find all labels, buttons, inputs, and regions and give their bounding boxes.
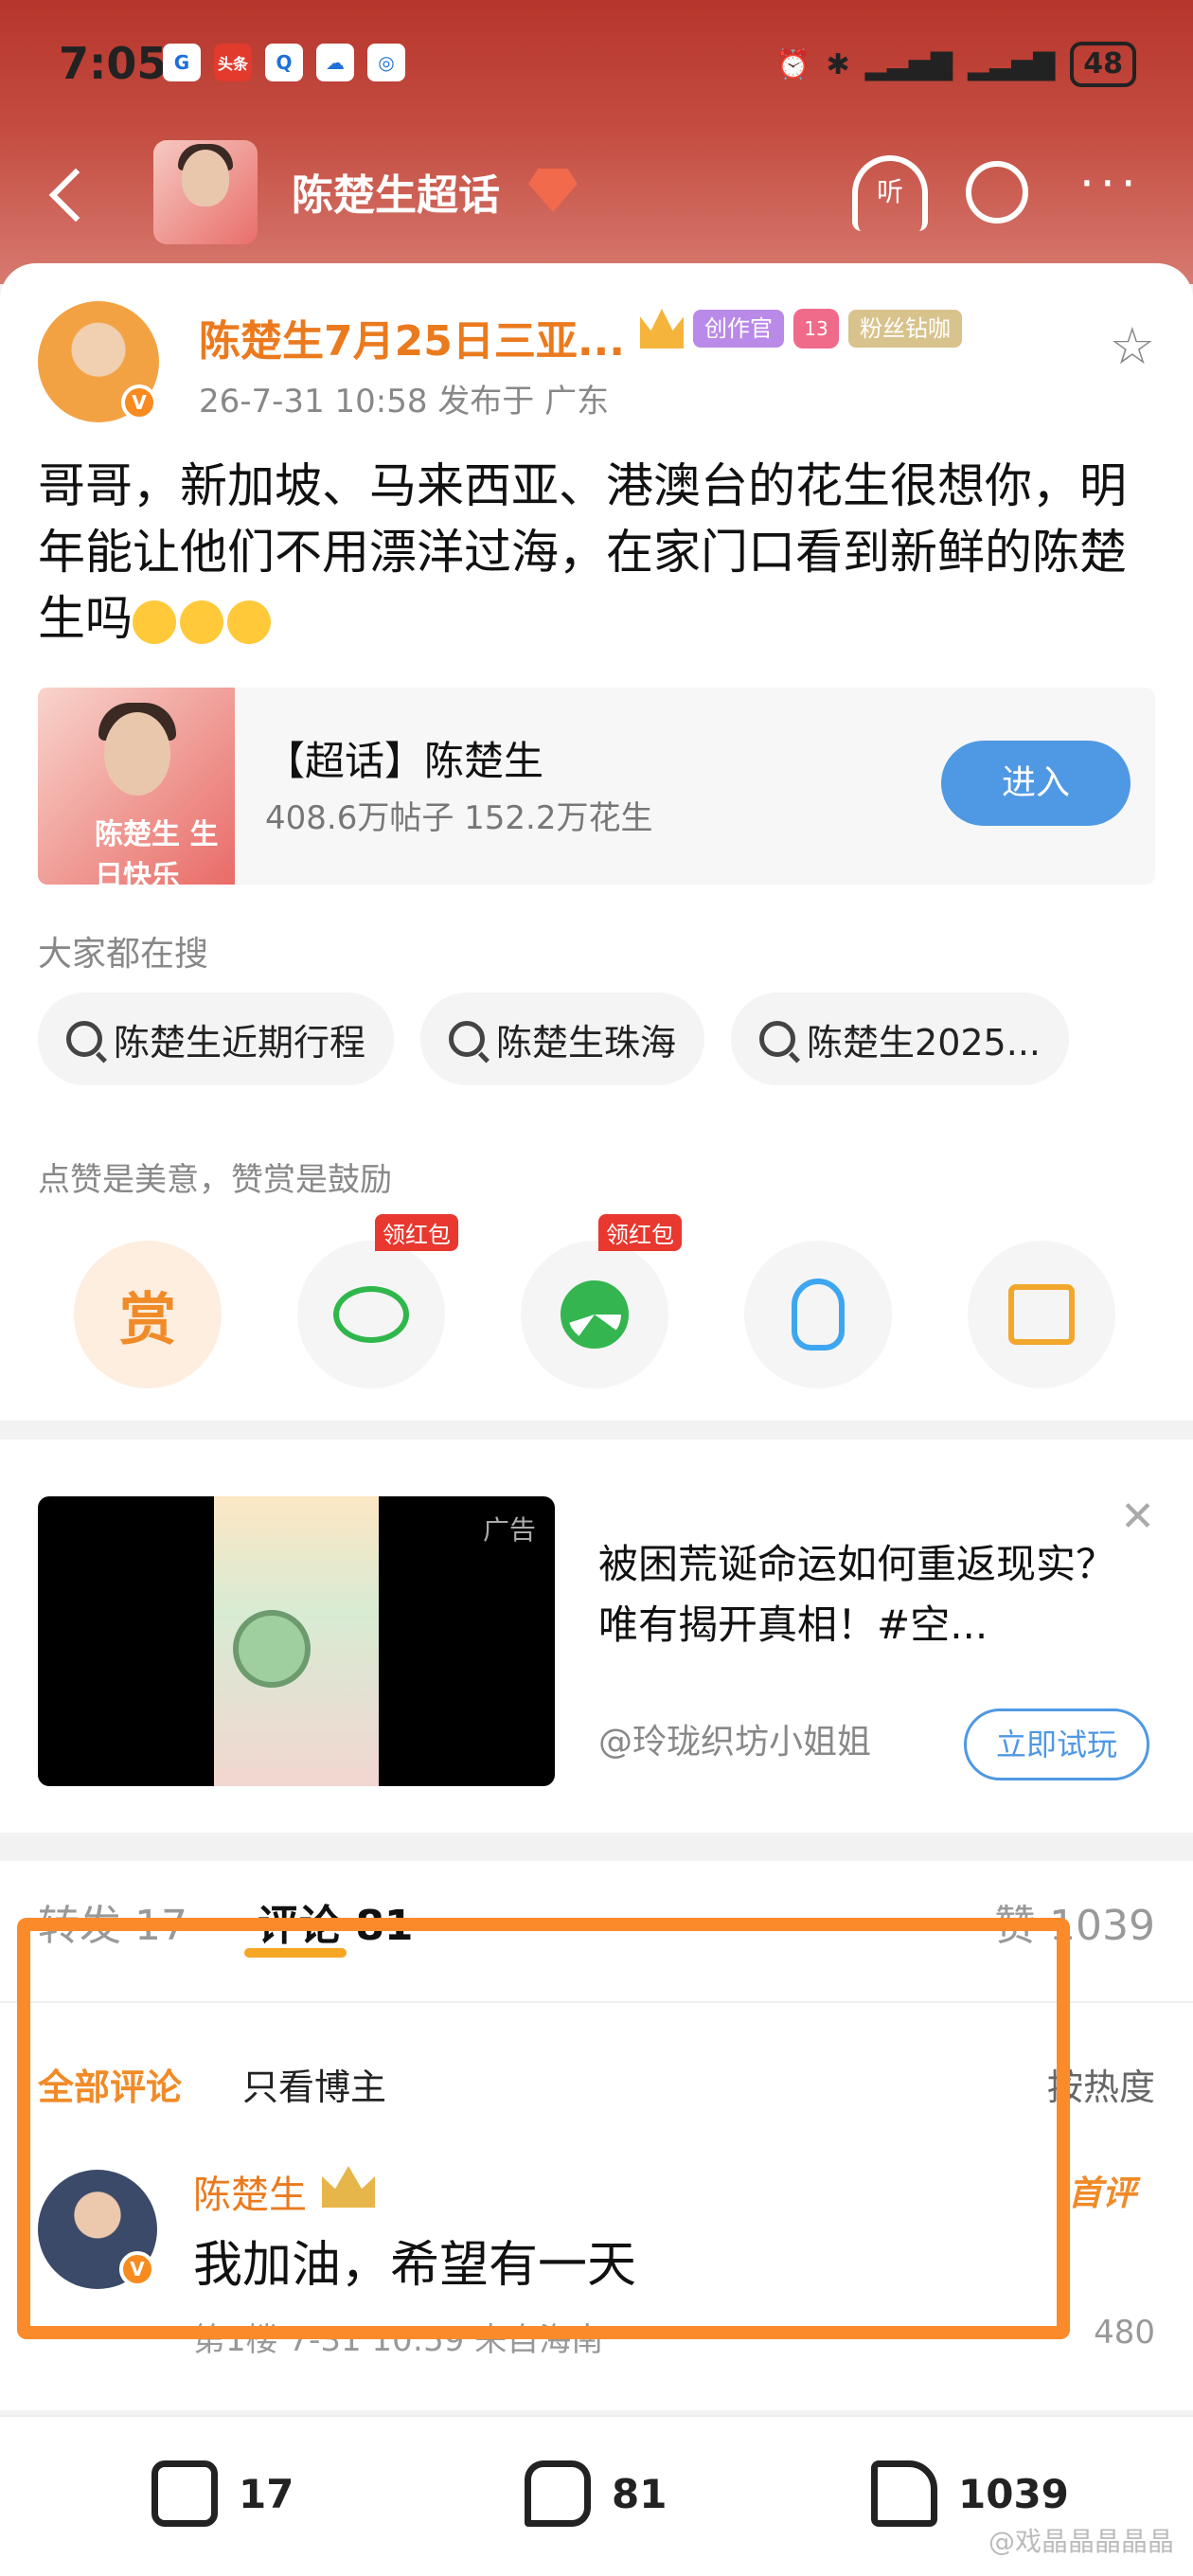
ad-title: 被困荒诞命运如何重返现实？唯有揭开真相！#空... — [598, 1541, 1116, 1648]
favorite-star-icon[interactable]: ☆ — [1110, 316, 1155, 376]
search-icon — [966, 161, 1028, 224]
search-app-notification-icon: Q — [265, 44, 303, 81]
author-avatar[interactable]: V — [38, 301, 159, 422]
wechat-share-button[interactable]: 领红包 — [297, 1214, 458, 1388]
verified-icon: V — [121, 385, 157, 420]
super-topic-image: 陈楚生 生日快乐 — [38, 688, 235, 893]
ad-source: @玲珑织坊小姐姐 — [598, 1723, 872, 1762]
search-chips: 陈楚生近期行程 陈楚生珠海 陈楚生2025... — [38, 993, 1069, 1085]
try-now-button[interactable]: 立即试玩 — [964, 1708, 1149, 1780]
weather-notification-icon: ☁ — [316, 44, 354, 81]
bluetooth-icon: ✱ — [826, 47, 850, 81]
search-chip[interactable]: 陈楚生珠海 — [420, 993, 705, 1085]
search-chip[interactable]: 陈楚生2025... — [731, 993, 1069, 1085]
thumbs-up-icon — [871, 2460, 937, 2527]
wechat-icon — [333, 1286, 409, 1343]
search-chip[interactable]: 陈楚生近期行程 — [38, 993, 395, 1085]
notification-icons: G 头条 Q ☁ ◎ — [163, 44, 405, 81]
signal-icon: ▂▃▅▇ — [864, 47, 953, 81]
ad-image: 广告 — [38, 1496, 555, 1786]
toutiao-notification-icon: 头条 — [214, 44, 252, 81]
search-icon — [449, 1021, 486, 1057]
search-icon — [66, 1021, 102, 1057]
watermark: @戏晶晶晶晶晶 — [988, 2526, 1174, 2557]
status-bar: 7:05 G 头条 Q ☁ ◎ ⏰ ✱ ▂▃▅▇ ▂▃▅▇ 48 — [0, 0, 1193, 133]
post-meta: 26-7-31 10:58 发布于 广东 — [199, 383, 610, 420]
super-topic-stats: 408.6万帖子 152.2万花生 — [265, 799, 653, 837]
signal-icon-2: ▂▃▅▇ — [967, 47, 1056, 81]
enter-button[interactable]: 进入 — [941, 741, 1131, 826]
blush-emoji-icon — [180, 599, 223, 644]
reward-button[interactable]: 赏 — [74, 1241, 222, 1388]
super-topic-title: 【超话】陈楚生 — [265, 738, 544, 784]
topic-level-gem-icon — [528, 169, 578, 212]
first-comment-badge: 首评 — [1067, 2174, 1136, 2213]
save-image-button[interactable] — [968, 1241, 1115, 1388]
post-card: V 陈楚生7月25日三亚... 创作官 13 粉丝钻咖 ☆ 26-7-31 10… — [0, 263, 1193, 1421]
ad-label: 广告 — [482, 1514, 536, 1546]
app-notification-icon: G — [163, 44, 201, 81]
qq-icon — [792, 1279, 845, 1351]
comment-icon — [525, 2460, 591, 2527]
trending-label: 大家都在搜 — [38, 935, 209, 974]
qq-share-button[interactable] — [744, 1241, 892, 1388]
ad-card[interactable]: 广告 ✕ 被困荒诞命运如何重返现实？唯有揭开真相！#空... @玲珑织坊小姐姐 … — [0, 1440, 1193, 1833]
search-button[interactable] — [966, 155, 1042, 231]
crown-icon — [640, 309, 684, 349]
reward-hint: 点赞是美意，赞赏是鼓励 — [38, 1161, 392, 1199]
status-time: 7:05 — [59, 38, 168, 89]
page-title: 陈楚生超话 — [292, 171, 500, 220]
listen-button[interactable]: 听 — [852, 155, 928, 231]
browser-notification-icon: ◎ — [367, 44, 405, 81]
post-text: 哥哥，新加坡、马来西亚、港澳台的花生很想你，明年能让他们不用漂洋过海，在家门口看… — [38, 458, 1127, 646]
moments-icon — [561, 1280, 629, 1349]
back-button[interactable] — [38, 161, 104, 227]
blush-emoji-icon — [227, 599, 271, 644]
status-right: ⏰ ✱ ▂▃▅▇ ▂▃▅▇ 48 — [775, 42, 1136, 87]
fan-badge[interactable]: 粉丝钻咖 — [848, 310, 962, 348]
red-packet-tag: 领红包 — [375, 1214, 458, 1251]
share-row: 赏 领红包 领红包 — [74, 1214, 1115, 1388]
author-badges: 创作官 13 粉丝钻咖 — [640, 309, 962, 349]
moments-share-button[interactable]: 领红包 — [521, 1214, 682, 1388]
share-icon — [151, 2460, 218, 2527]
alarm-icon: ⏰ — [775, 47, 811, 81]
bottom-action-bar: 17 81 1039 @戏晶晶晶晶晶 — [0, 2415, 1193, 2576]
comment-button[interactable]: 81 — [525, 2460, 667, 2527]
highlight-box — [17, 1918, 1070, 2339]
battery-icon: 48 — [1070, 42, 1136, 87]
comment-like-count[interactable]: 480 — [1094, 2314, 1155, 2352]
like-button[interactable]: 1039 — [871, 2460, 1069, 2527]
search-icon — [759, 1021, 796, 1057]
author-name[interactable]: 陈楚生7月25日三亚... — [199, 307, 625, 367]
more-button[interactable]: ··· — [1079, 155, 1155, 231]
top-nav: 陈楚生超话 听 ··· — [0, 133, 1193, 256]
image-download-icon — [1008, 1284, 1075, 1345]
level-badge: 13 — [793, 309, 839, 349]
repost-button[interactable]: 17 — [151, 2460, 294, 2527]
topic-avatar[interactable] — [153, 140, 258, 244]
red-packet-tag: 领红包 — [598, 1214, 682, 1251]
blush-emoji-icon — [133, 599, 176, 644]
super-topic-card[interactable]: 陈楚生 生日快乐 【超话】陈楚生 408.6万帖子 152.2万花生 进入 — [38, 688, 1155, 893]
creator-badge[interactable]: 创作官 — [693, 310, 784, 348]
